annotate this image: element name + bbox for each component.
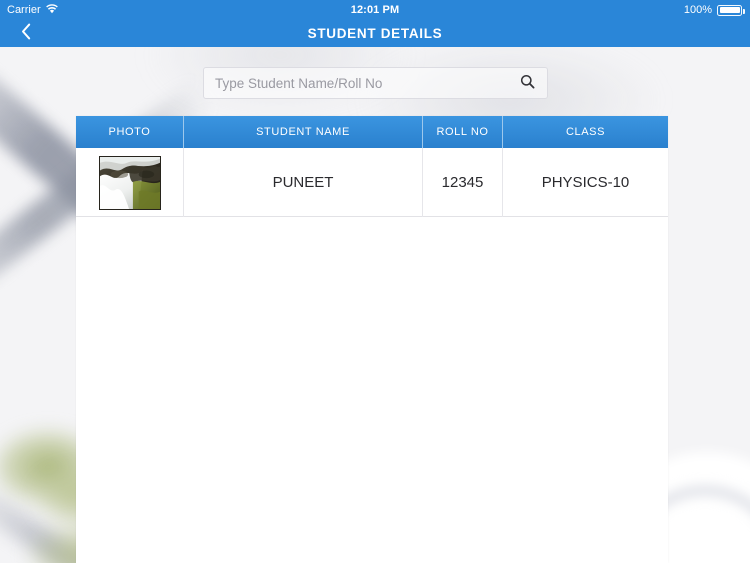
cell-photo: [76, 148, 184, 217]
column-header-class[interactable]: CLASS: [503, 116, 668, 148]
search-button[interactable]: [517, 73, 537, 93]
cell-class: PHYSICS-10: [541, 174, 630, 191]
cell-roll-no: 12345: [423, 148, 503, 217]
student-details-table: PHOTO STUDENT NAME ROLL NO CLASS PUNEET …: [76, 116, 668, 217]
app-root: Carrier 12:01 PM 100% STUDENT DETAILS Ty…: [0, 0, 750, 563]
column-header-roll-no[interactable]: ROLL NO: [423, 116, 503, 148]
column-header-student-name[interactable]: STUDENT NAME: [184, 116, 423, 148]
status-bar-right: 100%: [684, 4, 750, 16]
status-bar-time: 12:01 PM: [350, 4, 400, 16]
table-header-row: PHOTO STUDENT NAME ROLL NO CLASS: [76, 116, 668, 148]
battery-percent-label: 100%: [683, 4, 712, 16]
student-photo-thumbnail[interactable]: [98, 155, 161, 210]
search-icon: [520, 74, 535, 92]
page-title: STUDENT DETAILS: [307, 26, 443, 41]
status-bar: Carrier 12:01 PM 100%: [0, 0, 750, 20]
search-box[interactable]: [203, 67, 548, 99]
search-bar: [203, 67, 548, 99]
navigation-bar: STUDENT DETAILS: [0, 20, 750, 47]
search-input[interactable]: [215, 75, 517, 91]
cell-student-name: PUNEET: [184, 148, 423, 217]
column-header-photo[interactable]: PHOTO: [76, 116, 184, 148]
table-row[interactable]: PUNEET 12345 PHYSICS-10: [76, 148, 668, 217]
battery-full-icon: [717, 4, 745, 16]
